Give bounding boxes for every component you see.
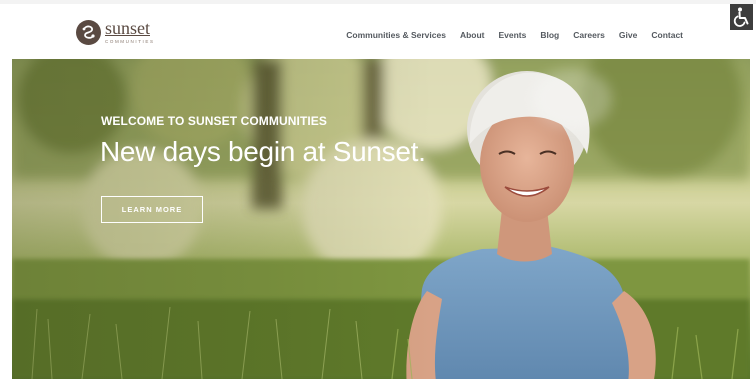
nav-item-blog[interactable]: Blog bbox=[540, 30, 559, 40]
nav-item-about[interactable]: About bbox=[460, 30, 485, 40]
site-logo[interactable]: sunset COMMUNITIES bbox=[76, 16, 155, 48]
nav-item-contact[interactable]: Contact bbox=[651, 30, 683, 40]
learn-more-button[interactable]: LEARN MORE bbox=[101, 196, 203, 223]
logo-subtitle: COMMUNITIES bbox=[105, 39, 155, 44]
nav-item-give[interactable]: Give bbox=[619, 30, 637, 40]
nav-item-events[interactable]: Events bbox=[498, 30, 526, 40]
hero-overlay bbox=[12, 59, 432, 379]
wheelchair-icon bbox=[733, 7, 749, 27]
main-nav: Communities & Services About Events Blog… bbox=[332, 30, 683, 40]
logo-name: sunset bbox=[105, 18, 150, 38]
nav-item-communities-services[interactable]: Communities & Services bbox=[346, 30, 446, 40]
sunset-swirl-icon bbox=[76, 19, 101, 45]
accessibility-button[interactable] bbox=[730, 4, 753, 30]
nav-item-careers[interactable]: Careers bbox=[573, 30, 605, 40]
site-header: sunset COMMUNITIES Communities & Service… bbox=[0, 4, 756, 59]
hero-eyebrow: WELCOME TO SUNSET COMMUNITIES bbox=[101, 114, 328, 128]
hero-headline: New days begin at Sunset. bbox=[100, 136, 426, 167]
